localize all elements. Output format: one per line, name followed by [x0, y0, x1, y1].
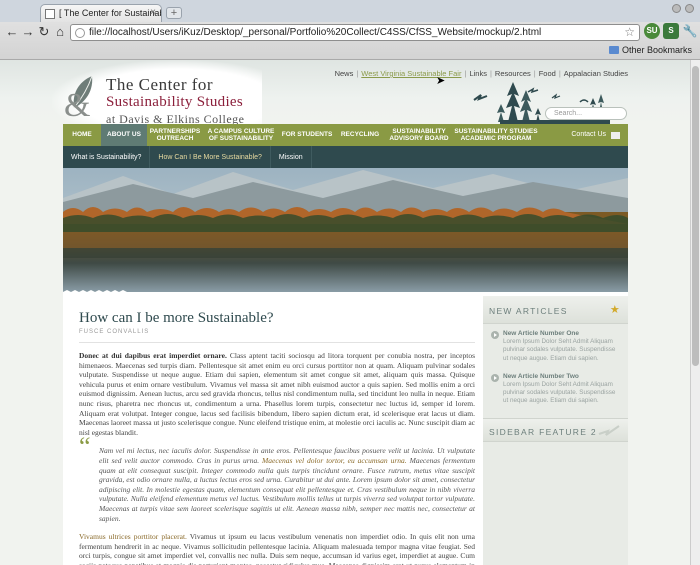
body-paragraph: Vivamus ultrices porttitor placerat. Viv… — [79, 532, 475, 565]
hero-lake-image — [63, 168, 628, 294]
nav-campus-culture[interactable]: A Campus Culture of Sustainability — [203, 124, 279, 146]
browser-toolbar: ← → ↻ ⌂ file://localhost/Users/iKuz/Desk… — [0, 22, 700, 42]
article-byline: FUSCE CONVALLIS — [79, 329, 475, 343]
page-viewport: & The Center for Sustainability Studies … — [0, 60, 690, 565]
new-tab-button[interactable]: + — [166, 7, 182, 19]
util-separator: | — [464, 69, 467, 78]
contact-us-link[interactable]: Contact Us — [571, 124, 628, 146]
play-arrow-icon — [491, 373, 499, 382]
minimize-icon[interactable] — [672, 4, 681, 13]
sidebar-article[interactable]: New Article Number One Lorem Ipsum Dolor… — [483, 324, 628, 367]
page-title: How can I be more Sustainable? — [79, 310, 274, 326]
quote-text-2: Maecenas fermentum quam at elit consequa… — [99, 455, 475, 523]
close-tab-icon[interactable]: × — [150, 7, 156, 18]
browser-tab[interactable]: [ The Center for Sustainabili × — [40, 4, 162, 22]
stumbleupon-extension-icon[interactable]: SU — [644, 23, 660, 39]
browser-chrome: [ The Center for Sustainabili × + ← → ↻ … — [0, 0, 700, 60]
search-input[interactable]: Search... — [545, 107, 627, 120]
quote-mark-icon: “ — [79, 432, 91, 462]
sidebar-feature-title: SIDEBAR FEATURE 2 — [489, 426, 597, 437]
page-scrollbar[interactable] — [690, 60, 700, 565]
pull-quote: “ Nam vel mi lectus, nec iaculis dolor. … — [79, 434, 475, 523]
bookmarks-bar: Other Bookmarks — [0, 42, 700, 60]
mail-icon — [611, 131, 620, 139]
nav-for-students[interactable]: For Students — [279, 124, 335, 146]
folder-icon — [608, 46, 619, 54]
forward-arrow-icon[interactable]: → — [20, 24, 36, 40]
sidebar-article-body: Lorem Ipsum Dolor Seht Admit Aliquam pul… — [503, 338, 616, 362]
sidebar-article-body: Lorem Ipsum Dolor Seht Admit Aliquam pul… — [503, 380, 616, 405]
nav-advisory-board[interactable]: Sustainability Advisory Board — [385, 124, 453, 146]
sub-nav: What is Sustainability? How Can I Be Mor… — [63, 146, 628, 168]
new-articles-title: NEW ARTICLES — [489, 306, 568, 316]
scrollbar-thumb[interactable] — [692, 66, 699, 366]
lead-bold: Donec at dui dapibus erat imperdiet orna… — [79, 351, 227, 360]
bookmark-star-icon[interactable]: ☆ — [624, 25, 635, 39]
maximize-icon[interactable] — [685, 4, 694, 13]
nav-recycling[interactable]: Recycling — [335, 124, 385, 146]
util-link-wv-fair[interactable]: West Virginia Sustainable Fair — [361, 69, 461, 78]
site-logo[interactable]: The Center for Sustainability Studies at… — [106, 76, 244, 125]
svg-text:&: & — [64, 87, 90, 120]
sidebar-article[interactable]: New Article Number Two Lorem Ipsum Dolor… — [483, 367, 628, 410]
other-bookmarks-button[interactable]: Other Bookmarks — [608, 45, 692, 55]
leaf-logo-icon[interactable]: & — [64, 74, 106, 120]
home-icon[interactable]: ⌂ — [52, 24, 68, 40]
window-controls — [672, 4, 694, 13]
new-articles-heading: NEW ARTICLES ★ — [483, 296, 628, 324]
logo-line-1: The Center for — [106, 75, 214, 94]
nav-about-us[interactable]: About Us — [101, 124, 147, 146]
quote-link[interactable]: Maecenas vel dolor tortor, eu accumsan u… — [262, 456, 407, 465]
page-info-icon — [75, 28, 85, 38]
body-link[interactable]: Vivamus ultrices porttitor placerat. — [79, 532, 187, 541]
address-bar-url: file://localhost/Users/iKuz/Desktop/_per… — [89, 27, 542, 38]
main-nav: Home About Us Partnerships Outreach A Ca… — [63, 124, 628, 146]
tab-strip: [ The Center for Sustainabili × + — [0, 0, 700, 22]
extension-icon[interactable]: S — [663, 23, 679, 39]
back-arrow-icon[interactable]: ← — [4, 24, 20, 40]
lead-text: Class aptent taciti sociosqu ad litora t… — [79, 351, 475, 437]
util-link-news[interactable]: News — [335, 69, 354, 78]
mouse-cursor-icon: ➤ — [436, 75, 446, 87]
page-favicon-icon — [45, 9, 55, 19]
main-content: How can I be more Sustainable? FUSCE CON… — [63, 296, 483, 565]
sidebar-article-title[interactable]: New Article Number Two — [503, 373, 620, 380]
logo-line-2: Sustainability Studies — [106, 94, 244, 110]
wrench-icon[interactable]: 🔧 — [682, 23, 698, 39]
bird-icon — [598, 424, 620, 436]
subnav-mission[interactable]: Mission — [271, 146, 312, 168]
sidebar-article-title[interactable]: New Article Number One — [503, 330, 620, 337]
lead-paragraph: Donec at dui dapibus erat imperdiet orna… — [79, 351, 475, 437]
address-bar[interactable]: file://localhost/Users/iKuz/Desktop/_per… — [70, 24, 640, 41]
nav-home[interactable]: Home — [63, 124, 101, 146]
nav-academic-program[interactable]: Sustainability Studies Academic Program — [453, 124, 539, 146]
tab-title: [ The Center for Sustainabili — [59, 8, 162, 18]
nav-partnerships-outreach[interactable]: Partnerships Outreach — [147, 124, 203, 146]
subnav-how-can-i[interactable]: How Can I Be More Sustainable? — [150, 146, 271, 168]
subnav-what-is-sustainability[interactable]: What is Sustainability? — [63, 146, 151, 168]
other-bookmarks-label: Other Bookmarks — [621, 45, 692, 55]
reload-icon[interactable]: ↻ — [36, 24, 52, 40]
sidebar: NEW ARTICLES ★ New Article Number One Lo… — [483, 296, 628, 565]
sidebar-feature-heading: SIDEBAR FEATURE 2 — [483, 417, 628, 442]
util-separator: | — [356, 69, 359, 78]
star-icon: ★ — [609, 304, 621, 316]
contact-us-label: Contact Us — [571, 130, 606, 138]
play-arrow-icon — [491, 331, 499, 339]
